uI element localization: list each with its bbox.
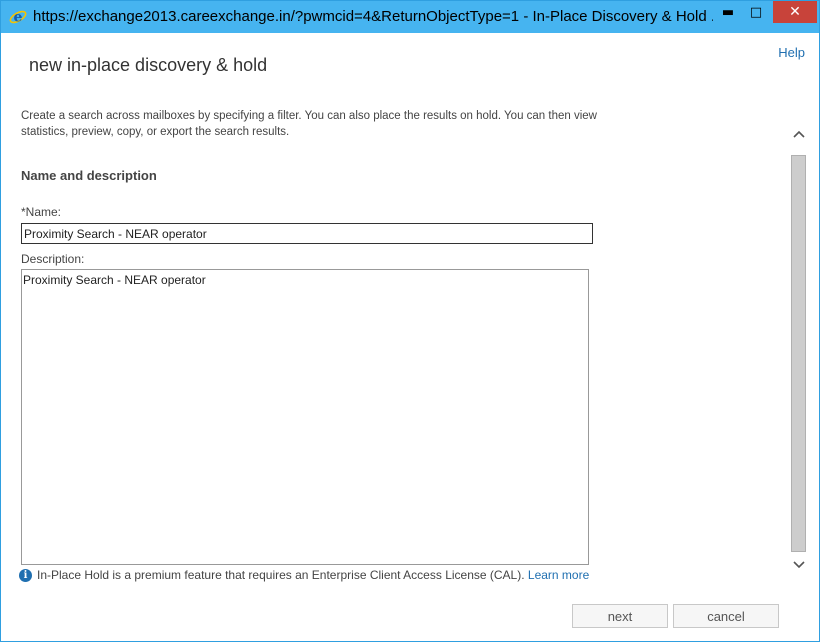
close-button[interactable]: ✕	[773, 1, 817, 23]
maximize-button[interactable]: □	[743, 1, 769, 23]
minimize-icon: ▬	[721, 4, 735, 20]
scroll-down-arrow-icon[interactable]	[791, 558, 807, 572]
name-input[interactable]	[21, 223, 593, 244]
section-heading: Name and description	[21, 168, 157, 183]
intro-text: Create a search across mailboxes by spec…	[21, 110, 597, 138]
cal-notice: In-Place Hold is a premium feature that …	[37, 568, 589, 582]
close-icon: ✕	[789, 4, 801, 20]
title-bar[interactable]: e https://exchange2013.careexchange.in/?…	[1, 1, 819, 33]
learn-more-link[interactable]: Learn more	[528, 568, 589, 582]
dialog-window: e https://exchange2013.careexchange.in/?…	[0, 0, 820, 642]
minimize-button[interactable]: ▬	[715, 1, 741, 23]
help-link[interactable]: Help	[778, 45, 805, 60]
maximize-icon: □	[749, 4, 763, 20]
svg-text:e: e	[14, 10, 23, 26]
description-label: Description:	[21, 252, 85, 266]
scroll-up-arrow-icon[interactable]	[791, 127, 807, 141]
page-title: new in-place discovery & hold	[29, 55, 268, 75]
info-icon: i	[19, 569, 32, 582]
cal-notice-text: In-Place Hold is a premium feature that …	[37, 568, 525, 582]
internet-explorer-icon: e	[9, 10, 27, 26]
name-label: *Name:	[21, 205, 62, 219]
cancel-button[interactable]: cancel	[673, 604, 779, 628]
description-textarea[interactable]: Proximity Search - NEAR operator	[21, 269, 589, 565]
form-content: Create a search across mailboxes by spec…	[21, 105, 621, 595]
window-title: https://exchange2013.careexchange.in/?pw…	[33, 8, 713, 25]
scrollbar-thumb[interactable]	[791, 155, 806, 552]
next-button[interactable]: next	[572, 604, 668, 628]
